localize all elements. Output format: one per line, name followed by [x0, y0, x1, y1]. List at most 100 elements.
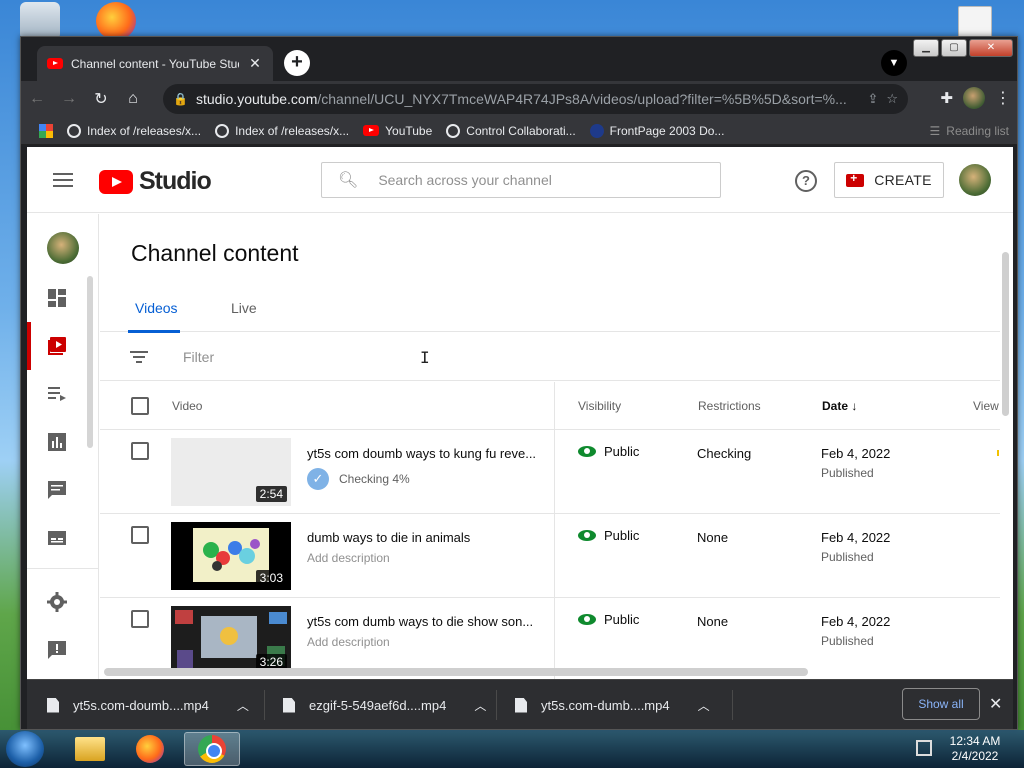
forward-icon[interactable]: → [53, 90, 85, 108]
visibility-cell[interactable]: Public [578, 444, 639, 459]
content-tabs: Videos Live [100, 286, 1000, 333]
home-icon[interactable]: ⌂ [117, 90, 149, 108]
apps-grid-icon[interactable] [39, 123, 53, 138]
maximize-button[interactable]: ▢ [941, 39, 967, 57]
bookmark-5[interactable]: FrontPage 2003 Do... [589, 123, 725, 138]
column-views[interactable]: View [973, 399, 999, 413]
table-row[interactable]: 3:03 dumb ways to die in animals Add des… [100, 514, 1000, 598]
column-date[interactable]: Date ↓ [822, 399, 857, 413]
minimize-button[interactable]: ▁ [913, 39, 939, 57]
reload-icon[interactable]: ↻ [85, 89, 117, 109]
download-filename: ezgif-5-549aef6d....mp4 [309, 697, 447, 713]
row-checkbox[interactable] [131, 442, 149, 460]
file-icon [47, 697, 59, 713]
visibility-cell[interactable]: Public [578, 612, 639, 627]
share-icon[interactable]: ⇪ [867, 91, 878, 107]
video-title[interactable]: dumb ways to die in animals [307, 530, 539, 545]
bookmark-star-icon[interactable]: ☆ [886, 91, 898, 107]
restrictions-value: None [697, 530, 729, 545]
start-button[interactable] [6, 731, 44, 767]
show-all-downloads-button[interactable]: Show all [902, 688, 980, 720]
vertical-scrollbar[interactable] [1002, 252, 1009, 416]
search-input[interactable] [378, 172, 679, 188]
sidebar-scrollbar[interactable] [87, 276, 93, 448]
add-description-link[interactable]: Add description [307, 635, 390, 649]
sidebar-item-analytics[interactable] [27, 418, 87, 466]
recycle-bin-icon[interactable] [20, 2, 60, 40]
sidebar-item-feedback[interactable] [27, 626, 87, 674]
row-checkbox[interactable] [131, 610, 149, 628]
filter-input[interactable]: Filter [183, 349, 214, 365]
sidebar-item-content[interactable] [27, 322, 87, 370]
column-visibility[interactable]: Visibility [578, 399, 621, 413]
create-button[interactable]: CREATE [834, 162, 944, 198]
bookmark-1[interactable]: Index of /releases/x... [67, 123, 201, 138]
new-tab-button[interactable]: + [284, 50, 310, 76]
profile-avatar[interactable] [963, 87, 985, 109]
taskbar-explorer[interactable] [62, 732, 118, 766]
tab-search-button[interactable]: ▼ [881, 50, 907, 76]
close-window-button[interactable]: ✕ [969, 39, 1013, 57]
bookmark-2[interactable]: Index of /releases/x... [215, 123, 349, 138]
chevron-up-icon[interactable]: ︿ [698, 697, 710, 714]
bookmark-label: FrontPage 2003 Do... [609, 123, 725, 138]
taskbar-chrome[interactable] [184, 732, 240, 766]
visibility-cell[interactable]: Public [578, 528, 639, 543]
column-restrictions[interactable]: Restrictions [698, 399, 761, 413]
feedback-icon [48, 641, 66, 659]
add-description-link[interactable]: Add description [307, 551, 390, 565]
system-clock[interactable]: 12:34 AM 2/4/2022 [940, 734, 1010, 764]
video-thumbnail[interactable]: 3:26 [171, 606, 291, 674]
download-item[interactable]: ezgif-5-549aef6d....mp4 ︿ [263, 680, 495, 730]
chevron-up-icon[interactable]: ︿ [237, 697, 249, 714]
download-item[interactable]: yt5s.com-doumb....mp4 ︿ [27, 680, 263, 730]
create-video-icon [846, 171, 865, 187]
browser-tab[interactable]: Channel content - YouTube Studio ✕ [37, 46, 273, 81]
table-row[interactable]: 3:26 yt5s com dumb ways to die show son.… [100, 598, 1000, 679]
close-downloads-icon[interactable]: ✕ [989, 694, 1002, 714]
tab-close-icon[interactable]: ✕ [247, 55, 263, 72]
filter-bar[interactable]: Filter I [100, 333, 1000, 381]
back-icon[interactable]: ← [21, 90, 53, 108]
help-icon[interactable]: ? [795, 170, 817, 192]
filter-icon[interactable] [130, 351, 148, 363]
download-item[interactable]: yt5s.com-dumb....mp4 ︿ [495, 680, 731, 730]
video-title[interactable]: yt5s com dumb ways to die show son... [307, 614, 539, 629]
bookmark-label: Control Collaborati... [466, 123, 576, 138]
bookmark-4[interactable]: Control Collaborati... [446, 123, 576, 138]
analytics-icon [48, 433, 66, 451]
download-divider [732, 690, 733, 720]
table-row[interactable]: 2:54 yt5s com doumb ways to kung fu reve… [100, 430, 1000, 514]
video-thumbnail[interactable]: 3:03 [171, 522, 291, 590]
channel-search[interactable]: 🔍︎ [321, 162, 721, 198]
tab-videos[interactable]: Videos [135, 300, 178, 316]
clock-date: 2/4/2022 [951, 749, 999, 763]
video-thumbnail[interactable]: 2:54 [171, 438, 291, 506]
taskbar-firefox[interactable] [122, 732, 178, 766]
channel-avatar[interactable] [47, 232, 79, 264]
horizontal-scrollbar[interactable] [104, 668, 808, 676]
tab-live[interactable]: Live [231, 300, 257, 316]
firefox-desktop-icon[interactable] [96, 2, 136, 40]
sidebar-item-settings[interactable] [27, 578, 87, 626]
chrome-menu-icon[interactable]: ⋮ [995, 88, 1011, 108]
url-text[interactable]: studio.youtube.com/channel/UCU_NYX7TmceW… [196, 91, 859, 107]
account-avatar[interactable] [959, 164, 991, 196]
menu-icon[interactable] [53, 173, 73, 187]
sidebar-item-subtitles[interactable] [27, 514, 87, 562]
studio-logo[interactable]: Studio [99, 167, 212, 196]
sidebar-item-comments[interactable] [27, 466, 87, 514]
globe-icon [67, 123, 81, 138]
bookmark-youtube[interactable]: YouTube [363, 124, 432, 138]
sidebar-item-dashboard[interactable] [27, 274, 87, 322]
select-all-checkbox[interactable] [131, 397, 149, 415]
video-title[interactable]: yt5s com doumb ways to kung fu reve... [307, 446, 539, 461]
address-bar[interactable]: 🔒 studio.youtube.com/channel/UCU_NYX7Tmc… [163, 84, 908, 114]
chevron-up-icon[interactable]: ︿ [474, 697, 486, 714]
extensions-puzzle-icon[interactable]: ✚ [940, 89, 953, 107]
sidebar-item-playlists[interactable] [27, 370, 87, 418]
network-tray-icon[interactable] [916, 740, 932, 756]
lock-icon[interactable]: 🔒 [173, 92, 188, 106]
reading-list-button[interactable]: ☰ Reading list [930, 124, 1009, 138]
row-checkbox[interactable] [131, 526, 149, 544]
